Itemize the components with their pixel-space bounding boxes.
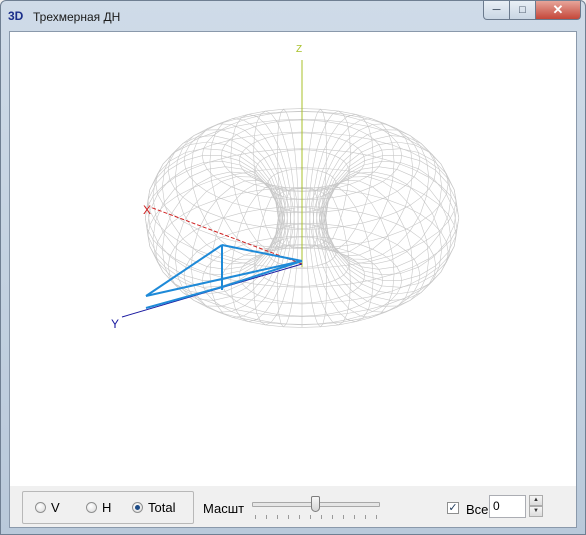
polarization-group: V H Total xyxy=(22,491,194,524)
control-panel: V H Total Масшт ✓ Все 0 ▲ ▼ xyxy=(10,486,576,527)
radio-v-dot[interactable] xyxy=(35,502,46,513)
window-controls: ─ □ ✕ xyxy=(483,1,581,21)
app-icon: 3D xyxy=(8,9,24,23)
client-area: Z X Y V H Total Масшт ✓ Все 0 ▲ ▼ xyxy=(9,31,577,528)
slider-thumb[interactable] xyxy=(311,496,320,512)
window-title: Трехмерная ДН xyxy=(33,10,121,24)
spin-up-button[interactable]: ▲ xyxy=(529,495,543,506)
radiation-pattern-plot[interactable]: Z X Y xyxy=(10,32,576,486)
maximize-button[interactable]: □ xyxy=(510,1,536,20)
title-bar: 3D Трехмерная ДН ─ □ ✕ xyxy=(1,1,585,31)
radio-total-dot[interactable] xyxy=(132,502,143,513)
slider-ticks xyxy=(255,515,377,519)
radio-v[interactable]: V xyxy=(35,500,60,515)
all-label: Все xyxy=(466,502,489,517)
angle-spinner: ▲ ▼ xyxy=(529,495,543,518)
radio-h-dot[interactable] xyxy=(86,502,97,513)
spin-down-button[interactable]: ▼ xyxy=(529,506,543,517)
minimize-icon: ─ xyxy=(492,4,501,16)
check-icon: ✓ xyxy=(448,502,458,514)
close-button[interactable]: ✕ xyxy=(536,1,581,20)
scale-label: Масшт xyxy=(203,501,245,516)
radio-total-label: Total xyxy=(148,500,176,515)
angle-input[interactable]: 0 xyxy=(489,495,526,518)
scale-slider[interactable] xyxy=(252,496,380,522)
radio-v-label: V xyxy=(51,500,60,515)
radio-h[interactable]: H xyxy=(86,500,111,515)
app-window: 3D Трехмерная ДН ─ □ ✕ Z X Y V H Total М… xyxy=(0,0,586,535)
minimize-button[interactable]: ─ xyxy=(483,1,510,20)
3d-viewport[interactable]: Z X Y xyxy=(10,32,576,486)
radio-h-label: H xyxy=(102,500,112,515)
z-axis-label: Z xyxy=(296,44,302,55)
maximize-icon: □ xyxy=(519,4,526,16)
x-axis-label: X xyxy=(143,203,151,217)
radio-total[interactable]: Total xyxy=(132,500,175,515)
all-checkbox[interactable]: ✓ xyxy=(447,502,459,514)
y-axis-label: Y xyxy=(111,317,119,331)
close-icon: ✕ xyxy=(552,2,564,17)
